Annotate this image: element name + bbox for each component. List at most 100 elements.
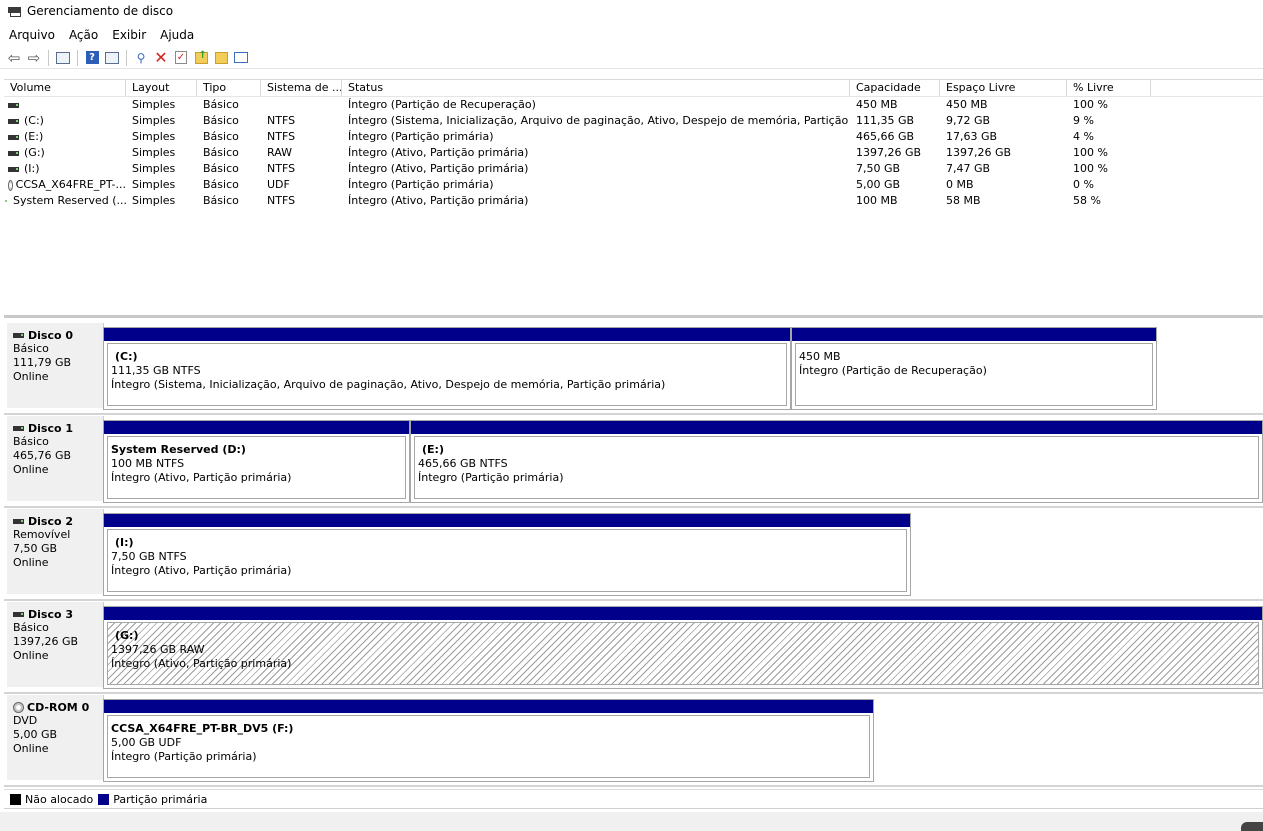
disk-state: Online bbox=[13, 370, 49, 383]
partition-block[interactable]: CCSA_X64FRE_PT-BR_DV5 (F:) 5,00 GB UDF Ínt… bbox=[103, 699, 874, 782]
console-tree-icon[interactable] bbox=[53, 48, 73, 68]
properties-icon[interactable] bbox=[102, 48, 122, 68]
partition-status: Íntegro (Ativo, Partição primária) bbox=[111, 564, 292, 577]
disk-info[interactable]: CD-ROM 0 DVD 5,00 GB Online bbox=[7, 695, 104, 780]
partition-label: (I:) bbox=[115, 536, 134, 549]
forward-arrow-icon[interactable]: ⇨ bbox=[24, 48, 44, 68]
table-cell-fs: NTFS bbox=[267, 162, 296, 175]
window-title: Gerenciamento de disco bbox=[27, 4, 174, 18]
menu-ajuda[interactable]: Ajuda bbox=[153, 28, 201, 42]
table-cell-pct: 100 % bbox=[1073, 162, 1108, 175]
table-row[interactable]: System Reserved (... Simples Básico NTFS Ínt… bbox=[4, 193, 1263, 209]
partition-body[interactable]: 450 MB Íntegro (Partição de Recuperação) bbox=[795, 343, 1153, 406]
disk-info[interactable]: Disco 2 Removível 7,50 GB Online bbox=[7, 509, 104, 594]
table-row[interactable]: CCSA_X64FRE_PT-... Simples Básico UDF Íntegr… bbox=[4, 177, 1263, 193]
partition-block[interactable]: System Reserved (D:) 100 MB NTFS Íntegro (… bbox=[103, 420, 410, 503]
menu-exibir[interactable]: Exibir bbox=[105, 28, 153, 42]
column-header-tipo[interactable]: Tipo bbox=[197, 80, 261, 96]
toolbar-separator bbox=[77, 49, 78, 66]
disk-name: Disco 1 bbox=[13, 422, 103, 435]
partition-body[interactable]: CCSA_X64FRE_PT-BR_DV5 (F:) 5,00 GB UDF Ínt… bbox=[107, 715, 870, 778]
volume-name: CCSA_X64FRE_PT-... bbox=[15, 178, 126, 191]
disk-name: Disco 3 bbox=[13, 608, 103, 621]
open-folder-icon[interactable]: ↑ bbox=[191, 48, 211, 68]
partition-bar bbox=[104, 421, 409, 434]
check-icon[interactable]: ✓ bbox=[171, 48, 191, 68]
partition-status: Íntegro (Ativo, Partição primária) bbox=[111, 471, 292, 484]
menu-arquivo[interactable]: Arquivo bbox=[2, 28, 62, 42]
partition-status: Íntegro (Partição primária) bbox=[111, 750, 257, 763]
partition-block[interactable]: 450 MB Íntegro (Partição de Recuperação) bbox=[791, 327, 1157, 410]
partition-block[interactable]: (E:) 465,66 GB NTFS Íntegro (Partição prim… bbox=[410, 420, 1263, 503]
disk-info[interactable]: Disco 3 Básico 1397,26 GB Online bbox=[7, 602, 104, 687]
disk-state: Online bbox=[13, 463, 49, 476]
legend-swatch-unallocated bbox=[10, 793, 21, 805]
partition-label: System Reserved (D:) bbox=[111, 443, 246, 456]
status-bar bbox=[0, 812, 1263, 831]
column-header-pct-livre[interactable]: % Livre bbox=[1067, 80, 1151, 96]
column-header-volume[interactable]: Volume bbox=[4, 80, 126, 96]
back-arrow-icon[interactable]: ⇦ bbox=[4, 48, 24, 68]
table-cell-status: Íntegro (Sistema, Inicialização, Arquivo… bbox=[348, 114, 850, 127]
connect-icon[interactable]: ⚲ bbox=[131, 48, 151, 68]
partition-body[interactable]: (I:) 7,50 GB NTFS Íntegro (Ativo, Partição… bbox=[107, 529, 907, 592]
partition-block[interactable]: (G:) 1397,26 GB RAW Íntegro (Ativo, Partiç… bbox=[103, 606, 1263, 689]
table-cell-status: Íntegro (Ativo, Partição primária) bbox=[348, 194, 529, 207]
table-cell-tipo: Básico bbox=[203, 194, 239, 207]
table-cell-volume bbox=[4, 97, 126, 113]
column-header-sistema[interactable]: Sistema de ... bbox=[261, 80, 342, 96]
disk-info[interactable]: Disco 1 Básico 465,76 GB Online bbox=[7, 416, 104, 501]
drive-icon bbox=[13, 426, 24, 431]
scroll-grip[interactable] bbox=[1241, 822, 1263, 831]
volume-name: (G:) bbox=[24, 146, 45, 159]
partition-body[interactable]: System Reserved (D:) 100 MB NTFS Íntegro (… bbox=[107, 436, 406, 499]
disk-row: Disco 2 Removível 7,50 GB Online (I:) 7,50 GB… bbox=[4, 509, 1263, 598]
table-cell-free: 58 MB bbox=[946, 194, 981, 207]
disk-row-separator bbox=[4, 692, 1263, 694]
column-header-capacidade[interactable]: Capacidade bbox=[850, 80, 940, 96]
partition-block[interactable]: (I:) 7,50 GB NTFS Íntegro (Ativo, Partição… bbox=[103, 513, 911, 596]
window-icon[interactable] bbox=[231, 48, 251, 68]
partition-block[interactable]: (C:) 111,35 GB NTFS Íntegro (Sistema, Inic… bbox=[103, 327, 791, 410]
column-header-espaco-livre[interactable]: Espaço Livre bbox=[940, 80, 1067, 96]
drive-icon bbox=[13, 519, 24, 524]
table-cell-pct: 100 % bbox=[1073, 146, 1108, 159]
delete-icon[interactable]: ✕ bbox=[151, 48, 171, 68]
volume-name: (I:) bbox=[24, 162, 40, 175]
disk-info[interactable]: Disco 0 Básico 111,79 GB Online bbox=[7, 323, 104, 408]
partition-size: 465,66 GB NTFS bbox=[418, 457, 508, 470]
table-row[interactable]: (C:) Simples Básico NTFS Íntegro (Sistema, I… bbox=[4, 113, 1263, 129]
disk-row: Disco 1 Básico 465,76 GB Online System Reser… bbox=[4, 416, 1263, 505]
table-cell-fs bbox=[261, 97, 342, 113]
partition-bar bbox=[104, 328, 790, 341]
table-row[interactable]: (I:) Simples Básico NTFS Íntegro (Ativo, Par… bbox=[4, 161, 1263, 177]
table-row[interactable]: Simples Básico Íntegro (Partição de Recupe… bbox=[4, 97, 1263, 113]
help-icon[interactable]: ? bbox=[82, 48, 102, 68]
partition-label: (G:) bbox=[115, 629, 139, 642]
partition-status: Íntegro (Partição primária) bbox=[418, 471, 564, 484]
table-cell-cap: 111,35 GB bbox=[856, 114, 915, 127]
explore-icon[interactable] bbox=[211, 48, 231, 68]
partition-body[interactable]: (G:) 1397,26 GB RAW Íntegro (Ativo, Partiç… bbox=[107, 622, 1259, 685]
partition-body[interactable]: (E:) 465,66 GB NTFS Íntegro (Partição prim… bbox=[414, 436, 1259, 499]
table-cell-free: 17,63 GB bbox=[946, 130, 998, 143]
disk-name-label: Disco 2 bbox=[28, 515, 74, 528]
disk-type: Básico bbox=[13, 435, 49, 448]
partition-status: Íntegro (Sistema, Inicialização, Arquivo… bbox=[111, 378, 666, 391]
table-cell-tipo: Básico bbox=[203, 130, 239, 143]
table-cell-fs: UDF bbox=[267, 178, 290, 191]
table-row[interactable]: (E:) Simples Básico NTFS Íntegro (Partição p… bbox=[4, 129, 1263, 145]
menu-bar: Arquivo Ação Exibir Ajuda bbox=[0, 25, 201, 45]
disk-size: 5,00 GB bbox=[13, 728, 58, 741]
column-header-status[interactable]: Status bbox=[342, 80, 850, 96]
table-cell-cap: 7,50 GB bbox=[856, 162, 901, 175]
table-row[interactable]: (G:) Simples Básico RAW Íntegro (Ativo, Part… bbox=[4, 145, 1263, 161]
drive-icon bbox=[8, 118, 19, 124]
disk-graphical-view: Disco 0 Básico 111,79 GB Online (C:) 111,35 G… bbox=[4, 315, 1263, 789]
menu-acao[interactable]: Ação bbox=[62, 28, 105, 42]
table-cell-free: 9,72 GB bbox=[946, 114, 991, 127]
partition-body[interactable]: (C:) 111,35 GB NTFS Íntegro (Sistema, Inic… bbox=[107, 343, 787, 406]
partition-bar bbox=[104, 607, 1262, 620]
column-header-layout[interactable]: Layout bbox=[126, 80, 197, 96]
table-cell-layout: Simples bbox=[132, 130, 176, 143]
